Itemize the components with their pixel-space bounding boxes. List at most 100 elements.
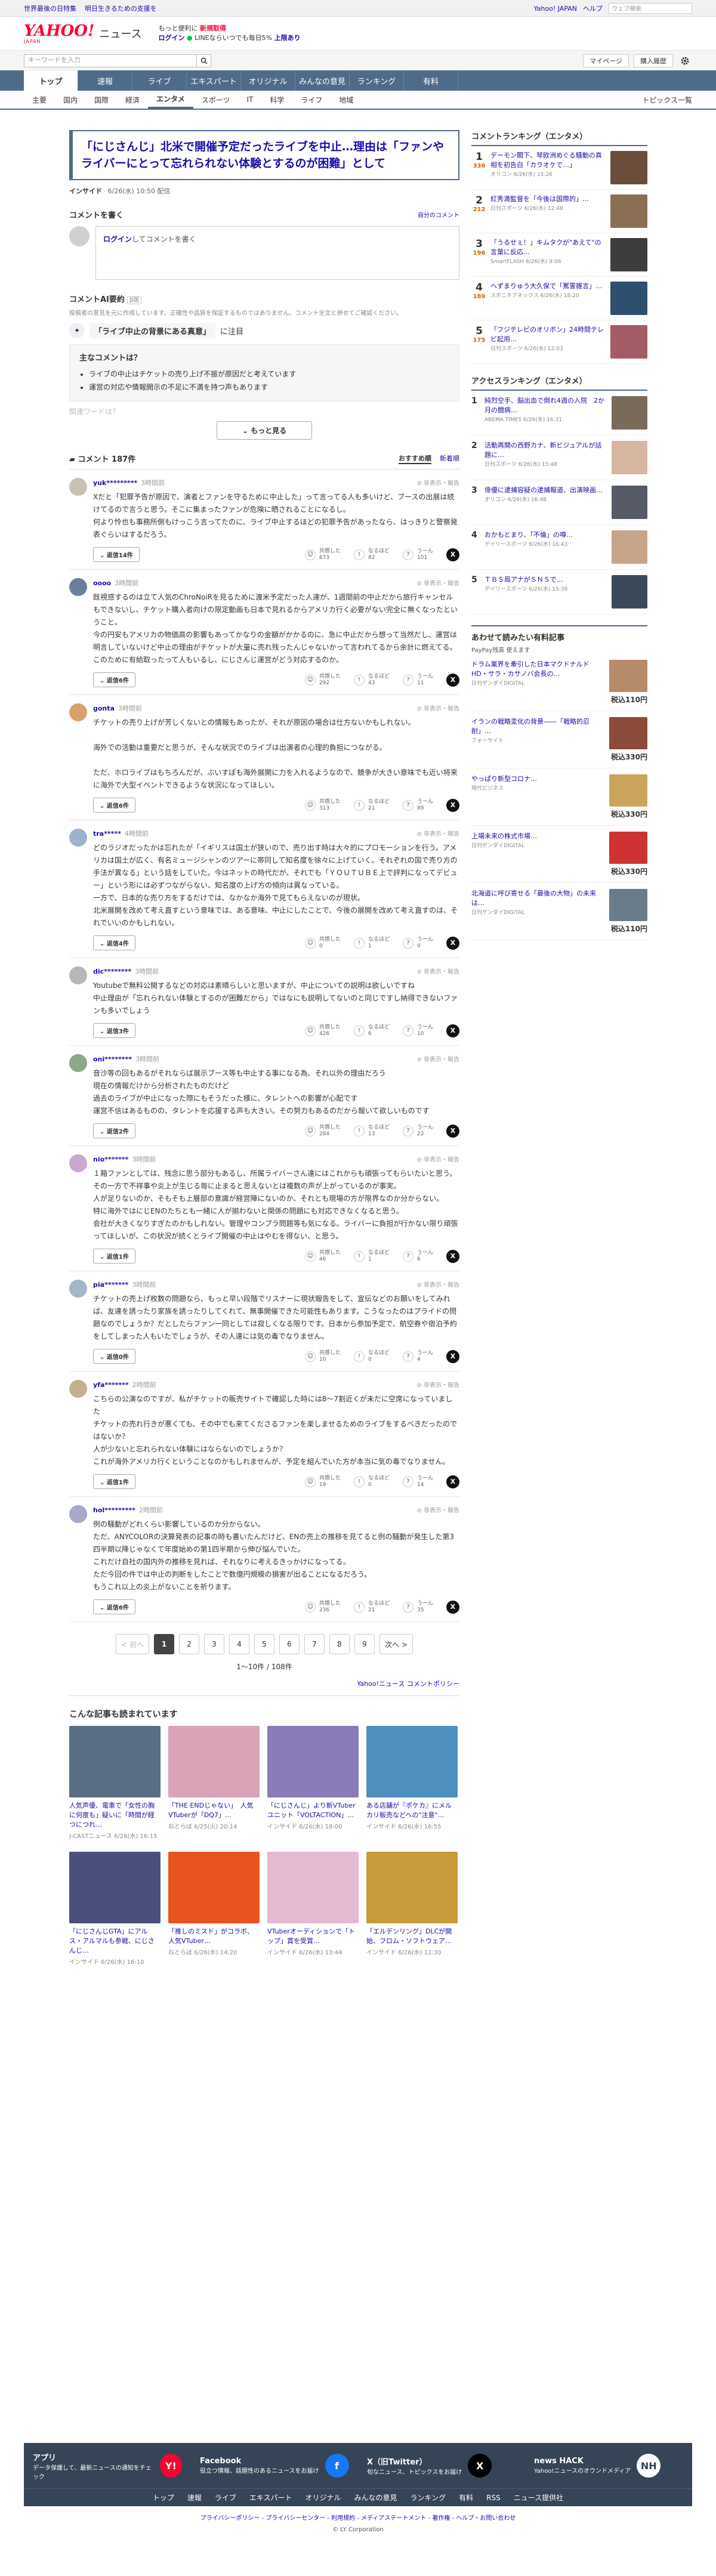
insight-button[interactable]: ! なるほど 21 bbox=[353, 1601, 390, 1614]
commenter-name[interactable]: hol********* bbox=[93, 1506, 135, 1514]
empathy-button[interactable]: ☺ 共感した 19 bbox=[304, 1475, 341, 1488]
next-page-button[interactable]: 次へ > bbox=[379, 1634, 413, 1654]
search-icon[interactable] bbox=[197, 54, 211, 67]
hide-report-link[interactable]: ⊘ 非表示・報告 bbox=[416, 1505, 459, 1515]
paid-article-title[interactable]: イランの戦略変化の背景――「戦略的忍耐」… フォーサイト bbox=[471, 717, 604, 762]
reply-button[interactable]: ⌄ 返信2件 bbox=[93, 1123, 135, 1138]
purchase-history-button[interactable]: 購入履歴 bbox=[634, 54, 673, 67]
hide-report-link[interactable]: ⊘ 非表示・報告 bbox=[416, 1054, 459, 1064]
empathy-button[interactable]: ☺ 共感した 426 bbox=[304, 1024, 341, 1037]
category-tab[interactable]: スポーツ bbox=[193, 91, 239, 109]
reply-button[interactable]: ⌄ 返信3件 bbox=[93, 1023, 135, 1038]
comment-ranking-item[interactable]: 4 189 へずまりゅう大久保で「罵詈雑言」… スポニチアネックス 6/26(水) 1… bbox=[471, 277, 647, 320]
x-share-icon[interactable]: X bbox=[446, 673, 459, 687]
recommended-card[interactable]: 「推しのミスド」がコラボ、人気VTuber… ねとらぼ 6/26(水) 14:20 bbox=[168, 1852, 260, 1966]
page-button[interactable]: 1 bbox=[154, 1634, 174, 1654]
hmm-button[interactable]: ? うーん 10 bbox=[402, 1024, 433, 1037]
hide-report-link[interactable]: ⊘ 非表示・報告 bbox=[416, 478, 459, 487]
commenter-name[interactable]: yuk********* bbox=[93, 479, 137, 487]
ranking-thumbnail[interactable] bbox=[612, 486, 647, 519]
recommended-card[interactable]: 「にじさんじ」より新VTuberユニット「VOLTACTION」… インサイド 6… bbox=[267, 1726, 359, 1840]
insight-button[interactable]: ! なるほど 21 bbox=[353, 799, 390, 812]
page-button[interactable]: 9 bbox=[354, 1634, 375, 1654]
footer-nav-link[interactable]: ライブ bbox=[215, 2492, 236, 2503]
prev-page-button[interactable]: < 前へ bbox=[116, 1634, 149, 1654]
x-share-icon[interactable]: X bbox=[446, 1349, 459, 1363]
ranking-thumbnail[interactable] bbox=[612, 396, 647, 430]
commenter-name[interactable]: yfa******* bbox=[93, 1381, 129, 1389]
paid-article-title[interactable]: 北海道に呼び寄せる「最後の大物」の未来は… 日刊ゲンダイDIGITAL bbox=[471, 889, 604, 934]
hmm-button[interactable]: ? うーん 11 bbox=[402, 674, 433, 687]
hmm-button[interactable]: ? うーん 0 bbox=[402, 937, 433, 950]
paid-article-title[interactable]: ドラム業界を牽引した日本マクドナルドHD・サラ・カサノバ会長の… 日刊ゲンダイDI… bbox=[471, 660, 604, 705]
recommended-title[interactable]: 「にじさんじGTA」にアルス・アルマルも参戦、にじさんじ… bbox=[69, 1927, 161, 1956]
empathy-button[interactable]: ☺ 共感した 0 bbox=[304, 937, 341, 950]
commenter-avatar[interactable] bbox=[69, 1054, 87, 1072]
empathy-button[interactable]: ☺ 共感した 236 bbox=[304, 1601, 341, 1614]
reply-button[interactable]: ⌄ 返信14件 bbox=[93, 547, 140, 562]
help-link[interactable]: ヘルプ bbox=[583, 4, 603, 13]
hmm-button[interactable]: ? うーん 6 bbox=[402, 1250, 433, 1263]
page-button[interactable]: 5 bbox=[254, 1634, 274, 1654]
recommended-title[interactable]: 「エルデンリング」DLCが開始、フロム・ソフトウェア… bbox=[366, 1927, 458, 1946]
global-nav-item[interactable]: 速報 bbox=[78, 70, 132, 91]
footer-app-0[interactable]: アプリ データ保護して、最新ニュースの通知をチェック Y! bbox=[33, 2451, 182, 2481]
sort-recommended-tab[interactable]: おすすめ順 bbox=[399, 453, 431, 464]
article-thumbnail[interactable] bbox=[267, 1726, 359, 1797]
access-ranking-item[interactable]: 3 俳優に逮捕容疑の逮捕報道、出演映画… オリコン 6/26(水) 16:48 bbox=[471, 480, 647, 525]
commenter-name[interactable]: oni******** bbox=[93, 1055, 132, 1063]
paid-article-item[interactable]: ドラム業界を牽引した日本マクドナルドHD・サラ・カサノバ会長の… 日刊ゲンダイDI… bbox=[471, 654, 647, 711]
gear-icon[interactable] bbox=[678, 54, 692, 67]
yahoo-news-logo[interactable]: YAHOO! JAPAN ニュース bbox=[24, 23, 141, 44]
ranking-title[interactable]: 純烈空手、脳出血で倒れ4週の入院 2か月の闘病… ABEMA TIMES 6/26… bbox=[484, 396, 607, 430]
comment-policy-link[interactable]: Yahoo!ニュース コメントポリシー bbox=[69, 1679, 459, 1696]
article-thumbnail[interactable] bbox=[366, 1852, 458, 1923]
hmm-button[interactable]: ? うーん 101 bbox=[402, 548, 433, 561]
commenter-avatar[interactable] bbox=[69, 1380, 87, 1398]
category-tab[interactable]: 国内 bbox=[55, 91, 86, 109]
commenter-avatar[interactable] bbox=[69, 478, 87, 496]
ranking-thumbnail[interactable] bbox=[610, 238, 647, 271]
hide-report-link[interactable]: ⊘ 非表示・報告 bbox=[416, 703, 459, 713]
paid-article-thumbnail[interactable] bbox=[609, 889, 647, 921]
hide-report-link[interactable]: ⊘ 非表示・報告 bbox=[416, 1380, 459, 1389]
ranking-title[interactable]: おかもとまり、「不倫」の噂… デイリースポーツ 6/26(水) 16:43 bbox=[484, 530, 607, 564]
access-ranking-item[interactable]: 4 おかもとまり、「不倫」の噂… デイリースポーツ 6/26(水) 16:43 bbox=[471, 525, 647, 570]
ranking-title[interactable]: へずまりゅう大久保で「罵詈雑言」… スポニチアネックス 6/26(水) 18:20 bbox=[490, 282, 607, 315]
topbar-link[interactable]: 明日生きるための支援を bbox=[85, 5, 157, 13]
empathy-button[interactable]: ☺ 共感した 673 bbox=[304, 548, 341, 561]
article-thumbnail[interactable] bbox=[366, 1726, 458, 1797]
ranking-title[interactable]: 「うるせぇ！」キムタクが"あえて"の言葉に反応… SmartFLASH 6/26(… bbox=[490, 238, 607, 271]
footer-nav-link[interactable]: エキスパート bbox=[249, 2492, 292, 2503]
ranking-title[interactable]: デーモン閣下、琴欧洲めぐる騒動の真相を初告白「カラオケで…」 オリコン 6/26(… bbox=[490, 151, 607, 184]
recommended-card[interactable]: 「エルデンリング」DLCが開始、フロム・ソフトウェア… インサイド 6/26(水)… bbox=[366, 1852, 458, 1966]
paid-article-thumbnail[interactable] bbox=[609, 717, 647, 749]
ranking-title[interactable]: ＴＢＳ局アナがＳＮＳで… デイリースポーツ 6/26(水) 15:39 bbox=[484, 575, 607, 609]
paid-article-title[interactable]: 上場未来の株式市場… 日刊ゲンダイDIGITAL bbox=[471, 832, 604, 876]
recommended-title[interactable]: ある店舗が『ポケカ』にメルカリ販売などへの"注意"… bbox=[366, 1801, 458, 1820]
signup-link[interactable]: 新規取得 bbox=[200, 24, 226, 32]
page-button[interactable]: 6 bbox=[279, 1634, 300, 1654]
global-nav-item[interactable]: エキスパート bbox=[187, 70, 241, 91]
comment-input[interactable]: ログインしてコメントを書く bbox=[95, 226, 459, 280]
comment-ranking-item[interactable]: 3 196 「うるせぇ！」キムタクが"あえて"の言葉に反応… SmartFLASH 6… bbox=[471, 233, 647, 277]
x-share-icon[interactable]: X bbox=[446, 1124, 459, 1138]
article-source[interactable]: インサイド bbox=[69, 187, 102, 195]
commenter-avatar[interactable] bbox=[69, 578, 87, 596]
web-search-input[interactable]: ウェブ検索 bbox=[609, 3, 692, 14]
footer-links[interactable]: プライバシーポリシー - プライバシーセンター - 利用規約 - メディアステー… bbox=[0, 2513, 716, 2524]
reply-button[interactable]: ⌄ 返信0件 bbox=[93, 1349, 135, 1364]
insight-button[interactable]: ! なるほど 6 bbox=[353, 1024, 390, 1037]
ranking-thumbnail[interactable] bbox=[610, 151, 647, 184]
my-comments-link[interactable]: 自分のコメント bbox=[418, 210, 459, 219]
ranking-thumbnail[interactable] bbox=[610, 325, 647, 359]
global-nav-item[interactable]: ランキング bbox=[350, 70, 404, 91]
footer-nav-link[interactable]: トップ bbox=[153, 2492, 174, 2503]
global-nav-item[interactable]: オリジナル bbox=[241, 70, 295, 91]
paid-article-title[interactable]: やっぱり新型コロナ… 現代ビジネス bbox=[471, 774, 604, 819]
hmm-button[interactable]: ? うーん 89 bbox=[402, 799, 433, 812]
ranking-title[interactable]: 活動再開の西野カナ、新ビジュアルが話題に… 日刊スポーツ 6/26(水) 15:4… bbox=[484, 441, 607, 474]
commenter-avatar[interactable] bbox=[69, 703, 87, 721]
page-button[interactable]: 2 bbox=[179, 1634, 199, 1654]
ranking-title[interactable]: 俳優に逮捕容疑の逮捕報道、出演映画… オリコン 6/26(水) 16:48 bbox=[484, 486, 607, 519]
